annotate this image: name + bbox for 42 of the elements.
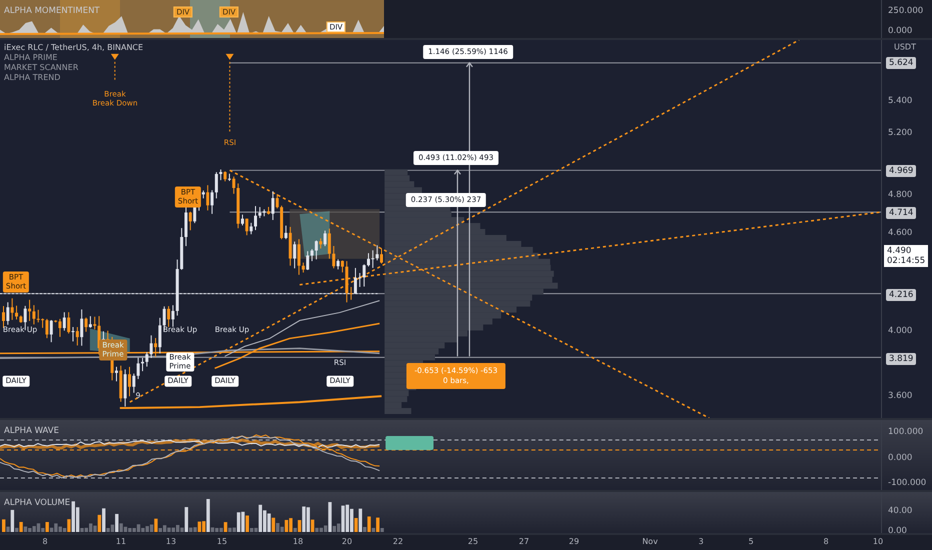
legend-label: ALPHA PRIME (4, 53, 58, 63)
axis-label: USDT (894, 42, 916, 52)
time-axis-label: 11 (116, 537, 126, 546)
axis-label: 4.969 (886, 165, 916, 177)
time-axis-label: 5 (748, 537, 754, 546)
time-axis-label: 20 (342, 537, 352, 546)
time-axis-label: 25 (468, 537, 478, 546)
time-axis-label: 10 (872, 537, 884, 546)
time-axis-label: 18 (292, 537, 304, 546)
axis-label: 0.000 (888, 453, 912, 463)
time-axis-label: 29 (568, 537, 580, 546)
axis-label: 0.000 (888, 26, 912, 36)
axis-label: 4.714 (886, 207, 916, 219)
time-axis-label: 3 (698, 537, 704, 546)
legend-label: iExec RLC / TetherUS, 4h, BINANCE (4, 43, 144, 53)
axis-label: 4.600 (888, 228, 912, 238)
axis-label: 100.000 (888, 427, 924, 437)
axis-label: 4.800 (888, 190, 912, 200)
time-axis-label: 15 (216, 537, 228, 546)
price-label: 4.490 02:14:55 (884, 245, 928, 267)
axis-label: 3.600 (888, 391, 912, 401)
time-axis-label: 8 (823, 537, 829, 546)
axis-label: 5.200 (888, 128, 912, 138)
time-axis-label: Nov (642, 537, 658, 546)
indicator-title: ALPHA MOMENTIMENT (4, 6, 100, 16)
axis-label: 0.00 (888, 526, 907, 536)
time-axis-label: 27 (518, 537, 530, 546)
time-axis-label: 8 (42, 537, 48, 546)
axis-label: 5.624 (886, 57, 916, 69)
axis-label: 4.000 (888, 326, 912, 336)
axis-label: 4.216 (886, 289, 916, 301)
axis-label: 3.819 (886, 353, 916, 365)
indicator-title: ALPHA WAVE (4, 426, 59, 436)
axis-label: 250.000 (888, 6, 924, 16)
axis-label: 5.400 (888, 96, 912, 106)
axis-label: -100.000 (888, 478, 926, 488)
indicator-title: ALPHA VOLUME (4, 498, 70, 508)
axis-label: 40.00 (888, 506, 912, 516)
time-axis-label: 22 (392, 537, 404, 546)
time-axis-label: 13 (166, 537, 176, 546)
legend-label: MARKET SCANNER (4, 63, 80, 73)
legend-label: ALPHA TREND (4, 73, 62, 83)
